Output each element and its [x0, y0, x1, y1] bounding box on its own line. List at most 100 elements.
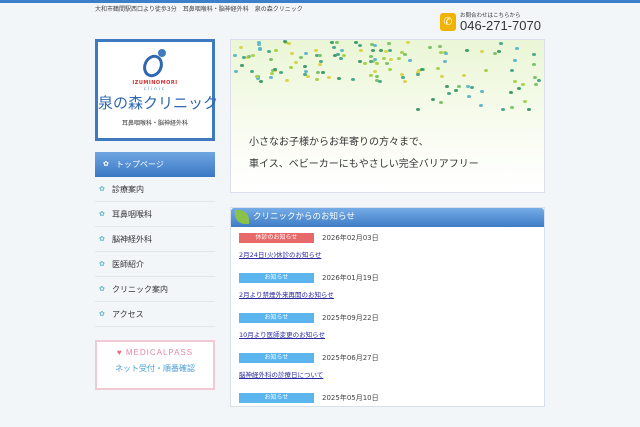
- leaf-decoration: [531, 62, 536, 66]
- leaf-decoration: [339, 56, 344, 60]
- leaf-decoration: [480, 49, 485, 53]
- nav-item-ent[interactable]: ✿ 耳鼻咽喉科: [95, 202, 215, 227]
- sprout-icon: ✿: [99, 184, 105, 193]
- leaf-decoration: [526, 107, 531, 111]
- sidebar-nav: ✿ トップページ ✿ 診療案内 ✿ 耳鼻咽喉科 ✿ 脳神経外科 ✿ 医師紹介 ✿ クリニック…: [95, 152, 215, 327]
- news-badge: お知らせ: [239, 353, 314, 363]
- news-badge: お知らせ: [239, 313, 314, 323]
- nav-item-access[interactable]: ✿ アクセス: [95, 302, 215, 327]
- leaf-decoration: [496, 50, 501, 54]
- phone-number[interactable]: 046-271-7070: [460, 19, 541, 32]
- leaf-decoration: [250, 69, 255, 73]
- leaf-decoration: [419, 67, 424, 71]
- leaf-decoration: [386, 42, 391, 46]
- news-title-link[interactable]: 2月24日(火)休診のお知らせ: [239, 249, 544, 259]
- leaf-decoration: [327, 76, 332, 80]
- leaf-decoration: [294, 61, 299, 65]
- news-heading-text: クリニックからのお知らせ: [253, 212, 355, 222]
- leaf-decoration: [510, 69, 515, 73]
- leaf-decoration: [533, 82, 538, 86]
- medicalpass-sub: ネット受付・順番確認: [115, 364, 195, 373]
- leaf-decoration: [374, 62, 379, 66]
- nav-label: 脳神経外科: [112, 234, 152, 244]
- leaf-decoration: [238, 46, 243, 50]
- leaf-decoration: [416, 107, 421, 111]
- leaf-decoration: [288, 66, 293, 70]
- nav-item-consultation[interactable]: ✿ 診療案内: [95, 177, 215, 202]
- nav-item-clinic[interactable]: ✿ クリニック案内: [95, 277, 215, 302]
- leaf-decoration: [374, 74, 379, 78]
- leaf-decoration: [314, 49, 319, 53]
- leaf-decoration: [438, 45, 443, 49]
- leaf-decoration: [501, 107, 506, 111]
- leaf-decoration: [270, 71, 275, 75]
- leaf-decoration: [470, 85, 475, 89]
- news-date: 2025年06月27日: [322, 354, 379, 362]
- nav-item-doctors[interactable]: ✿ 医師紹介: [95, 252, 215, 277]
- leaf-decoration: [405, 40, 410, 44]
- leaf-decoration: [339, 49, 344, 53]
- news-title-link[interactable]: 10月より医師変更のお知らせ: [239, 329, 544, 339]
- sprout-icon: ✿: [99, 309, 105, 318]
- leaf-decoration: [357, 60, 362, 64]
- leaf-decoration: [363, 62, 368, 65]
- leaf-decoration: [240, 64, 245, 67]
- leaf-decoration: [522, 100, 527, 104]
- logo-sub: clinic: [143, 86, 167, 91]
- nav-item-top[interactable]: ✿ トップページ: [95, 152, 215, 177]
- nav-label: 診療案内: [112, 184, 144, 194]
- leaf-decoration: [318, 63, 323, 67]
- leaf-decoration: [438, 50, 443, 54]
- leaf-decoration: [330, 40, 335, 44]
- leaf-decoration: [512, 79, 517, 83]
- nav-item-neurosurgery[interactable]: ✿ 脳神経外科: [95, 227, 215, 252]
- leaf-decoration: [442, 59, 447, 63]
- news-badge: お知らせ: [239, 393, 314, 403]
- news-title-link[interactable]: 脳神経外科の診療日について: [239, 369, 544, 379]
- news-panel: クリニックからのお知らせ 休診のお知らせ 2026年02月03日 2月24日(火)休…: [230, 207, 545, 407]
- news-date: 2026年01月19日: [322, 274, 379, 282]
- news-entry: 休診のお知らせ 2026年02月03日 2月24日(火)休診のお知らせ: [231, 227, 544, 267]
- header-tagline: 大和市鶴間駅西口より徒歩3分 耳鼻咽喉科・脳神経外科 泉の森クリニック: [95, 6, 303, 13]
- medicalpass-banner[interactable]: ♥ MEDICALPASS ネット受付・順番確認: [95, 340, 215, 390]
- logo-departments: 耳鼻咽喉科・脳神経外科: [121, 120, 188, 127]
- nav-label: クリニック案内: [112, 284, 168, 294]
- leaf-decoration: [369, 43, 374, 47]
- leaf-decoration: [320, 71, 325, 75]
- leaf-icon: [235, 210, 249, 224]
- leaf-decoration: [289, 52, 294, 56]
- leaf-decoration: [298, 55, 303, 59]
- heart-icon: ♥: [116, 348, 123, 357]
- leaf-decoration: [387, 68, 392, 72]
- leaf-decoration: [233, 54, 238, 58]
- sprout-icon: ✿: [103, 160, 109, 168]
- leaf-decoration: [358, 48, 363, 52]
- news-badge: お知らせ: [239, 273, 314, 283]
- leaf-decoration: [465, 49, 470, 53]
- nav-label: アクセス: [112, 309, 144, 319]
- leaf-decoration: [447, 91, 452, 95]
- leaf-decoration: [439, 100, 443, 104]
- medicalpass-title: MEDICALPASS: [125, 348, 194, 357]
- news-entry: お知らせ 2025年06月27日脳神経外科の診療日について: [231, 347, 544, 387]
- leaf-decoration: [306, 75, 311, 79]
- leaf-decoration: [385, 62, 390, 66]
- leaf-decoration: [479, 104, 483, 108]
- leaf-decoration: [381, 56, 386, 60]
- contact-block[interactable]: ✆ お問合わせはこちらから 046-271-7070: [440, 11, 541, 32]
- leaf-decoration: [279, 70, 284, 74]
- logo-name: 泉の森クリニック: [98, 94, 219, 112]
- sprout-icon: ✿: [99, 259, 105, 268]
- leaf-decoration: [351, 77, 356, 81]
- leaf-decoration: [439, 74, 444, 78]
- leaf-decoration: [257, 42, 262, 46]
- news-date: 2025年05月10日: [322, 394, 379, 402]
- leaf-decoration: [407, 59, 412, 63]
- top-bar: [0, 0, 640, 3]
- leaf-decoration: [358, 44, 363, 48]
- news-entry: お知らせ 2025年09月22日 10月より医師変更のお知らせ: [231, 307, 544, 347]
- clinic-logo[interactable]: IZUMINOMORI clinic 泉の森クリニック 耳鼻咽喉科・脳神経外科: [95, 39, 219, 141]
- news-title-link[interactable]: 2月より禁煙外来再開のお知らせ: [239, 289, 544, 299]
- leaf-decoration: [259, 79, 264, 83]
- leaf-decoration: [242, 55, 247, 59]
